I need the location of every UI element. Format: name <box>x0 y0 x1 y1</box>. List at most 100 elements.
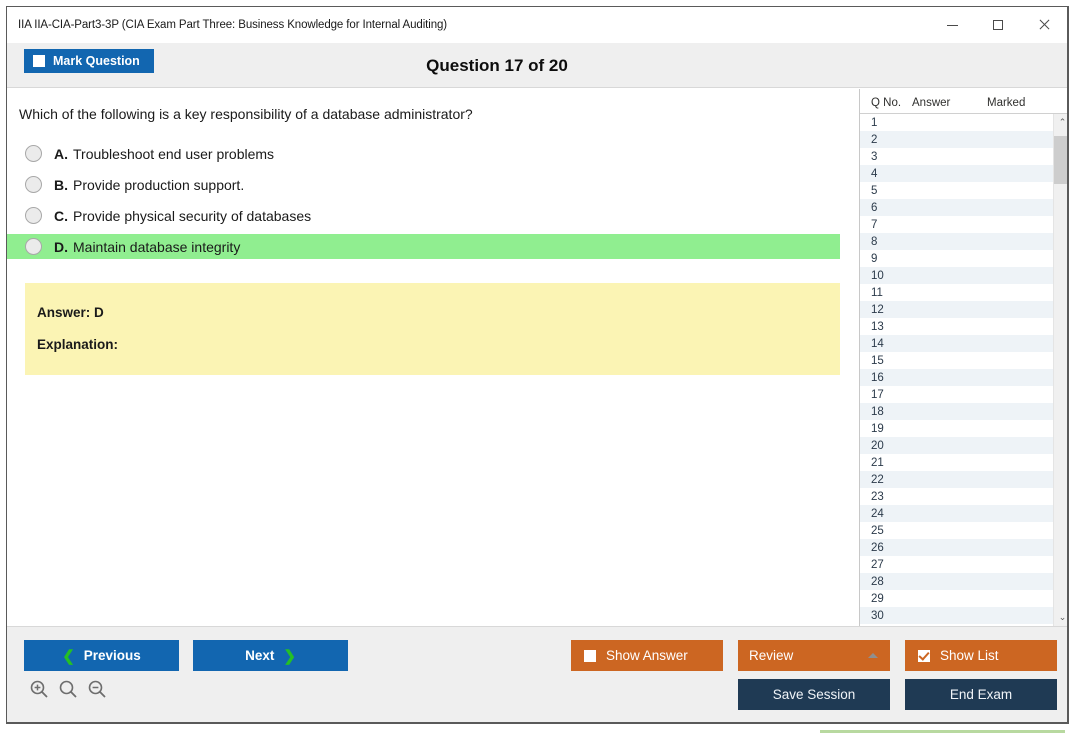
show-answer-button[interactable]: Show Answer <box>571 640 723 671</box>
show-list-button[interactable]: Show List <box>905 640 1057 671</box>
question-list-row[interactable]: 2 <box>860 131 1054 148</box>
question-list-row[interactable]: 24 <box>860 505 1054 522</box>
scroll-up-arrow-icon[interactable]: ⌃ <box>1054 114 1067 131</box>
answer-option-text: Provide physical security of databases <box>73 207 312 224</box>
question-list-row[interactable]: 22 <box>860 471 1054 488</box>
maximize-button[interactable] <box>975 7 1021 43</box>
review-label: Review <box>749 648 794 663</box>
answer-option-row[interactable]: C. Provide physical security of databases <box>7 203 840 228</box>
answer-option-letter: B. <box>54 176 68 193</box>
answer-option-row[interactable]: D. Maintain database integrity <box>7 234 840 259</box>
exam-header-bar: Question 17 of 20 Mark Question <box>7 43 1067 88</box>
question-list-row-qno: 24 <box>871 507 884 520</box>
question-list-row[interactable]: 14 <box>860 335 1054 352</box>
question-list-row-qno: 21 <box>871 456 884 469</box>
mark-question-button[interactable]: Mark Question <box>24 49 154 73</box>
question-list-rows: 1 2 3 4 5 6 7 8 9 10 11 12 13 14 15 16 17 18 19 20 21 22 23 24 2… <box>860 114 1054 626</box>
answer-option-letter: C. <box>54 207 68 224</box>
answer-option-radio[interactable] <box>25 145 42 162</box>
chevron-left-icon: ❮ <box>62 647 75 665</box>
close-button[interactable] <box>1021 7 1067 43</box>
question-list-row-qno: 30 <box>871 609 884 622</box>
zoom-controls <box>29 679 107 699</box>
question-list-row-qno: 12 <box>871 303 884 316</box>
chevron-up-icon <box>868 653 878 658</box>
review-dropdown-button[interactable]: Review <box>738 640 890 671</box>
question-list-row[interactable]: 10 <box>860 267 1054 284</box>
question-list-row-qno: 23 <box>871 490 884 503</box>
question-list-row[interactable]: 3 <box>860 148 1054 165</box>
question-counter: Question 17 of 20 <box>426 55 568 75</box>
question-list-row[interactable]: 17 <box>860 386 1054 403</box>
question-list-row-qno: 15 <box>871 354 884 367</box>
question-list-row[interactable]: 30 <box>860 607 1054 624</box>
answer-option-radio[interactable] <box>25 207 42 224</box>
answer-option-row[interactable]: B. Provide production support. <box>7 172 840 197</box>
question-list-row-qno: 6 <box>871 201 878 214</box>
answer-option-radio[interactable] <box>25 238 42 255</box>
question-list-row-qno: 2 <box>871 133 878 146</box>
scroll-down-arrow-icon[interactable]: ⌄ <box>1054 609 1067 626</box>
question-list-row-qno: 13 <box>871 320 884 333</box>
question-list-row[interactable]: 23 <box>860 488 1054 505</box>
question-list-row[interactable]: 11 <box>860 284 1054 301</box>
question-list-row[interactable]: 4 <box>860 165 1054 182</box>
previous-button[interactable]: ❮ Previous <box>24 640 179 671</box>
question-list-row-qno: 17 <box>871 388 884 401</box>
question-list-row[interactable]: 9 <box>860 250 1054 267</box>
question-list-row[interactable]: 8 <box>860 233 1054 250</box>
question-list-row[interactable]: 5 <box>860 182 1054 199</box>
question-list-row-qno: 7 <box>871 218 878 231</box>
zoom-in-icon[interactable] <box>29 679 49 699</box>
question-list-row-qno: 16 <box>871 371 884 384</box>
exam-application-window: IIA IIA-CIA-Part3-3P (CIA Exam Part Thre… <box>6 6 1069 724</box>
question-list-row[interactable]: 13 <box>860 318 1054 335</box>
answer-explanation-box: Answer: D Explanation: <box>25 283 840 375</box>
question-list-row[interactable]: 6 <box>860 199 1054 216</box>
question-list-row[interactable]: 29 <box>860 590 1054 607</box>
zoom-reset-icon[interactable] <box>58 679 78 699</box>
end-exam-button[interactable]: End Exam <box>905 679 1057 710</box>
column-header-answer: Answer <box>912 96 951 109</box>
desktop-green-sliver <box>820 730 1065 733</box>
question-list-row[interactable]: 28 <box>860 573 1054 590</box>
question-list-header: Q No. Answer Marked <box>860 92 1067 114</box>
question-list-row[interactable]: 16 <box>860 369 1054 386</box>
answer-option-radio[interactable] <box>25 176 42 193</box>
question-list-row-qno: 5 <box>871 184 878 197</box>
scrollbar-thumb[interactable] <box>1054 136 1067 184</box>
previous-label: Previous <box>83 648 141 663</box>
show-answer-checkbox-icon <box>584 649 596 662</box>
save-session-button[interactable]: Save Session <box>738 679 890 710</box>
question-list-row[interactable]: 20 <box>860 437 1054 454</box>
question-list-row[interactable]: 26 <box>860 539 1054 556</box>
answer-option-text: Troubleshoot end user problems <box>73 145 275 162</box>
next-button[interactable]: Next ❯ <box>193 640 348 671</box>
question-list-row[interactable]: 27 <box>860 556 1054 573</box>
question-list-row-qno: 10 <box>871 269 884 282</box>
zoom-out-icon[interactable] <box>87 679 107 699</box>
save-session-label: Save Session <box>772 687 856 702</box>
question-list-row[interactable]: 19 <box>860 420 1054 437</box>
explanation-label: Explanation: <box>37 337 119 352</box>
question-list-scrollbar[interactable]: ⌃ ⌄ <box>1053 114 1067 626</box>
question-list-row-qno: 26 <box>871 541 884 554</box>
question-list-row[interactable]: 1 <box>860 114 1054 131</box>
answer-option-row[interactable]: A. Troubleshoot end user problems <box>7 141 840 166</box>
question-list-row[interactable]: 15 <box>860 352 1054 369</box>
chevron-right-icon: ❯ <box>283 647 296 665</box>
window-titlebar: IIA IIA-CIA-Part3-3P (CIA Exam Part Thre… <box>7 7 1067 43</box>
question-list-row[interactable]: 25 <box>860 522 1054 539</box>
column-header-marked: Marked <box>987 96 1026 109</box>
question-list-row[interactable]: 7 <box>860 216 1054 233</box>
minimize-button[interactable] <box>929 7 975 43</box>
close-icon <box>1038 19 1050 31</box>
answer-option-text: Maintain database integrity <box>73 238 241 255</box>
question-list-row[interactable]: 21 <box>860 454 1054 471</box>
minimize-icon <box>946 24 958 26</box>
question-list-row-qno: 19 <box>871 422 884 435</box>
question-list-row-qno: 18 <box>871 405 884 418</box>
question-list-row[interactable]: 12 <box>860 301 1054 318</box>
show-list-label: Show List <box>940 648 999 663</box>
question-list-row[interactable]: 18 <box>860 403 1054 420</box>
